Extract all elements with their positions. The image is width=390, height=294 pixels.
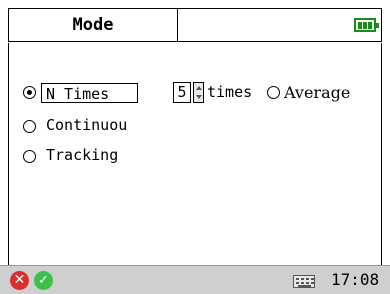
option-label-tracking[interactable]: Tracking — [46, 146, 118, 164]
status-area — [178, 8, 382, 42]
bottom-bar: ✕ ✓ 17:08 — [0, 265, 390, 294]
title-bar: Mode — [0, 0, 390, 44]
keyboard-icon[interactable] — [293, 275, 315, 288]
stepper-up-icon[interactable] — [196, 86, 202, 90]
option-label-n-times[interactable]: N Times — [41, 83, 138, 103]
ntimes-stepper[interactable] — [193, 82, 204, 103]
radio-continuous[interactable] — [23, 120, 36, 133]
average-label[interactable]: Average — [284, 83, 350, 102]
radio-average[interactable] — [267, 86, 280, 99]
device-screen: Mode N Times 5 times Average Continuou T… — [0, 0, 390, 294]
ntimes-value-input[interactable]: 5 — [173, 82, 191, 103]
clock: 17:08 — [331, 270, 380, 289]
page-title: Mode — [8, 8, 178, 42]
stepper-down-icon[interactable] — [196, 95, 202, 99]
ok-icon[interactable]: ✓ — [34, 271, 53, 290]
battery-icon — [354, 18, 379, 32]
option-label-continuous[interactable]: Continuou — [46, 116, 158, 134]
radio-n-times[interactable] — [23, 86, 36, 99]
radio-tracking[interactable] — [23, 150, 36, 163]
ntimes-unit-label: times — [207, 83, 253, 101]
cancel-icon[interactable]: ✕ — [10, 271, 29, 290]
